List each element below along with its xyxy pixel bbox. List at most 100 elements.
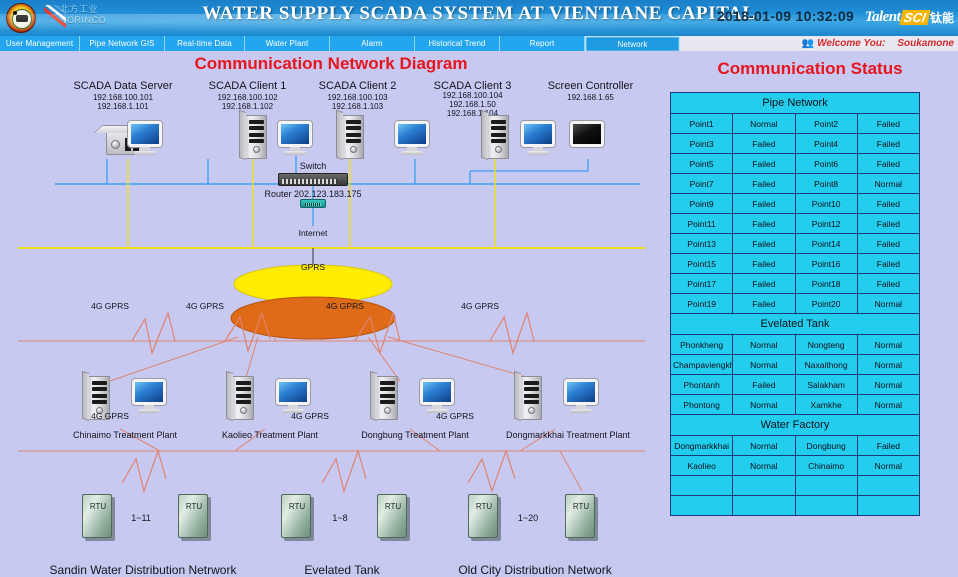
app-header: 北方工业 NORINCO WATER SUPPLY SCADA SYSTEM A… [0,0,958,36]
status-badge: Normal [732,334,796,355]
station-name: Chinaimo [794,455,858,476]
gprs-link-label-3: 4G GPRS [461,301,499,311]
vendor-brand-logo: Talent SCI 钛能 [865,6,954,28]
users-icon: 👥 [801,38,814,49]
status-section-title: Pipe Network [670,92,920,114]
station-name: Point17 [669,273,734,294]
status-badge: Failed [732,173,796,194]
rtu-label: RTU [475,502,493,511]
scada-client-1-monitor-icon [278,121,312,155]
station-name: Point8 [794,173,858,194]
router-icon [300,199,326,208]
station-name: Dongbung [794,435,858,456]
table-row: Kaolieo Normal Chinaimo Normal [669,455,921,476]
status-badge: Failed [732,233,796,254]
status-badge: Failed [856,253,921,274]
station-name: Point4 [794,133,858,154]
plant-tower-icon-3 [514,370,542,421]
station-name: Point18 [794,273,858,294]
plant-label-2: Dongbung Treatment Plant [361,430,469,440]
table-row: Point3 Failed Point4 Failed [669,133,921,154]
gprs-link-label-0: 4G GPRS [91,301,129,311]
brand-sci: SCI [899,9,931,25]
station-name: Point2 [794,113,858,134]
status-badge [732,495,796,516]
station-name: Dongmarkkhai [669,435,734,456]
table-row: Dongmarkkhai Normal Dongbung Failed [669,435,921,456]
station-name [794,495,858,516]
status-badge [856,475,921,496]
gprs-link-label-4: 4G GPRS [91,411,129,421]
status-badge: Failed [732,253,796,274]
status-badge: Failed [856,213,921,234]
station-name: Point1 [669,113,734,134]
tab-user-management[interactable]: User Management [0,36,80,51]
status-badge: Failed [732,213,796,234]
tab-pipe-network-gis[interactable]: Pipe Network GIS [80,36,165,51]
status-badge: Failed [732,374,796,395]
status-section-title: Water Factory [670,414,920,436]
station-name: Champaviengkham [669,354,734,375]
gprs-link-label-1: 4G GPRS [186,301,224,311]
plant-tower-icon-1 [226,370,254,421]
main-content: Communication Network Diagram SCADA Data… [0,51,958,577]
diagram-title: Communication Network Diagram [194,54,468,73]
zone-label-2: Old City Distribution Network [458,563,612,577]
scada-client-2-monitor-icon [395,121,429,155]
table-row: Point17 Failed Point18 Failed [669,273,921,294]
status-badge: Normal [856,394,921,415]
station-name: Point3 [669,133,734,154]
brand-talent: Talent [864,8,901,25]
plant-monitor-icon-2 [420,379,454,413]
page-title: WATER SUPPLY SCADA SYSTEM AT VIENTIANE C… [202,3,756,24]
scada-client-3-monitor-icon [521,121,555,155]
internet-cloud-label: Internet [298,228,328,238]
status-badge: Normal [856,354,921,375]
gprs-link-label-2: 4G GPRS [326,301,364,311]
station-name: Point7 [669,173,734,194]
station-name: Naxaithong [794,354,858,375]
gprs-link-label-6: 4G GPRS [436,411,474,421]
tab-real-time-data[interactable]: Real-time Data [165,36,245,51]
station-name [669,475,734,496]
station-name: Nongteng [794,334,858,355]
status-badge: Normal [856,173,921,194]
communication-status-panel: Communication Status Pipe Network Point1 N… [662,51,958,534]
diagram-connections [18,156,645,494]
host-label-4: Screen Controller [547,80,634,92]
station-name: Point13 [669,233,734,254]
table-row [669,475,921,496]
tab-alarm[interactable]: Alarm [330,36,415,51]
rtu-label: RTU [89,502,107,511]
table-row: Phontong Normal Xamkhe Normal [669,394,921,415]
scada-data-server-monitor-icon [128,121,162,155]
status-badge: Normal [732,113,796,134]
current-user: Soukamone [897,38,954,49]
rtu-label: RTU [288,502,306,511]
switch-icon [278,173,348,186]
status-section-header: Evelated Tank [670,313,920,335]
table-row: Point13 Failed Point14 Failed [669,233,921,254]
status-panel-title: Communication Status [717,59,903,78]
rtu-range-1: 1~8 [332,513,348,523]
datetime-display: 2018-01-09 10:32:09 [716,8,854,24]
status-section-title: Evelated Tank [670,313,920,335]
status-badge: Normal [732,435,796,456]
tab-historical-trend[interactable]: Historical Trend [415,36,500,51]
status-badge: Failed [732,273,796,294]
rtu-label: RTU [185,502,203,511]
status-badge: Failed [856,133,921,154]
status-section-header: Water Factory [670,414,920,436]
station-name: Point11 [669,213,734,234]
zone-label-0: Sandin Water Distribution Netrwork [49,563,237,577]
tab-water-plant[interactable]: Water Plant [245,36,330,51]
station-name [669,495,734,516]
rtu-icon-0b: RTU [178,494,208,538]
plant-monitor-icon-3 [564,379,598,413]
host-ip-4: 192.168.1.65 [567,93,614,102]
tab-network[interactable]: Network [585,36,680,51]
gprs-cloud-label: GPRS [300,262,326,272]
tab-report[interactable]: Report [500,36,585,51]
station-name: Salakham [794,374,858,395]
table-row: Point1 Normal Point2 Failed [669,113,921,134]
